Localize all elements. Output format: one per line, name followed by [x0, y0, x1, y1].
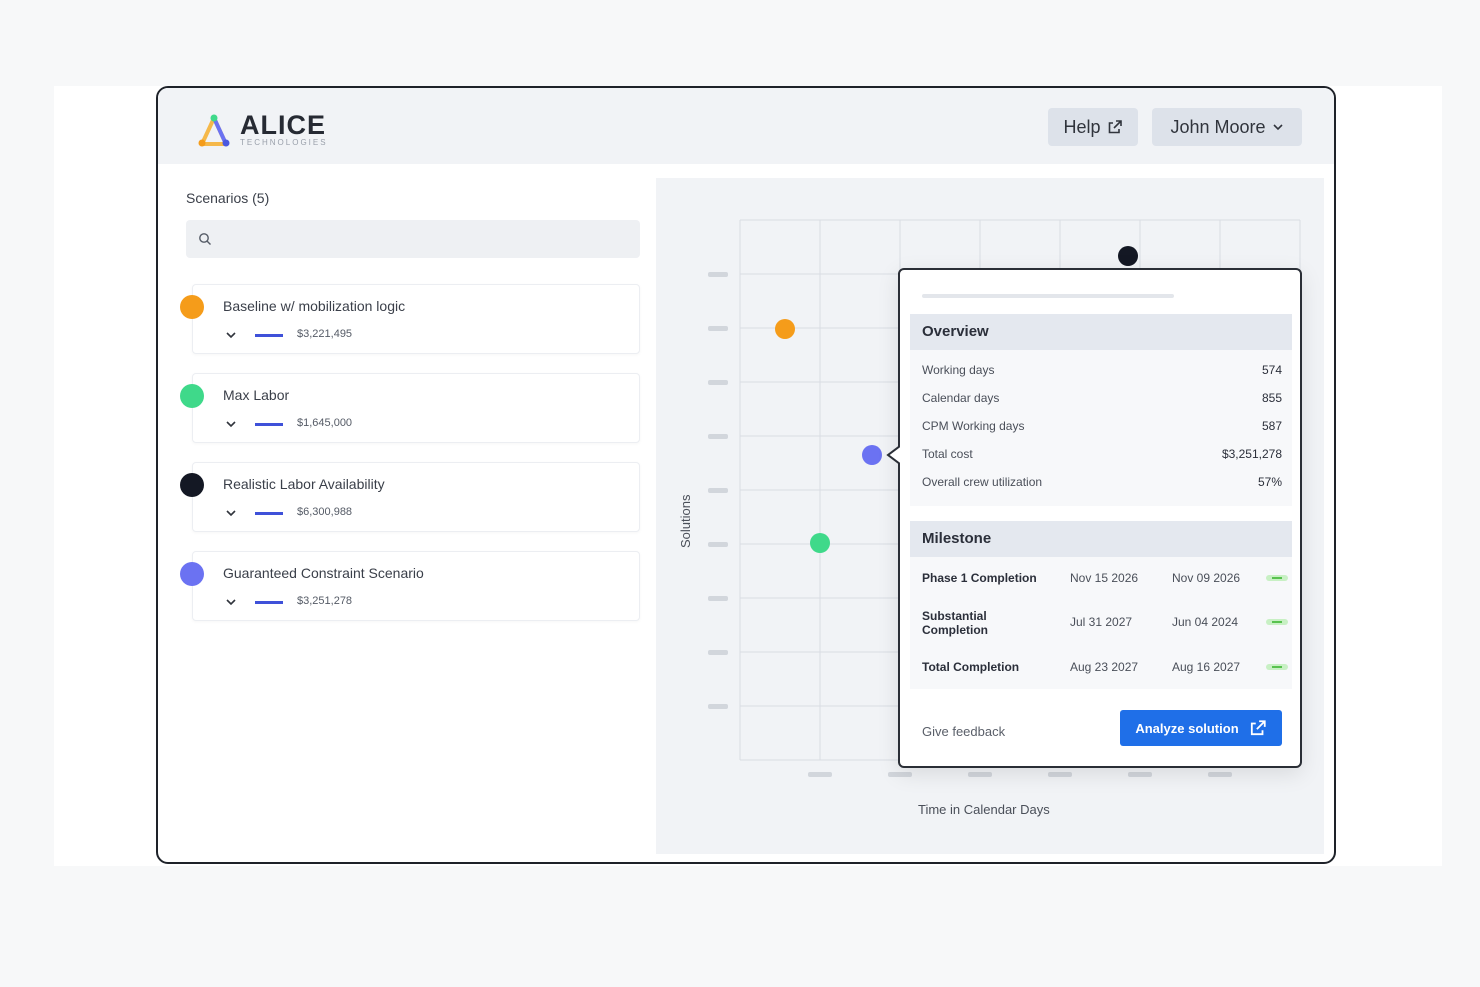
solution-tooltip: Overview Working days 574 Calendar days … — [886, 268, 1302, 768]
tooltip-title-placeholder — [922, 294, 1174, 298]
milestone-name: Total Completion — [922, 660, 1020, 674]
analyze-solution-button[interactable]: Analyze solution — [1120, 710, 1282, 746]
milestone-date-planned: Jul 31 2027 — [1070, 615, 1133, 629]
milestone-date-planned: Nov 15 2026 — [1070, 571, 1139, 585]
milestone-status-flag — [1266, 575, 1288, 581]
overview-label: Calendar days — [922, 391, 1000, 405]
overview-value: 587 — [1261, 419, 1282, 433]
milestone-name: Phase 1 Completion — [922, 571, 1037, 585]
milestone-table: Phase 1 Completion Nov 15 2026 Nov 09 20… — [910, 557, 1292, 689]
overview-value: 574 — [1261, 363, 1282, 377]
overview-header: Overview — [910, 314, 1292, 350]
overview-label: Overall crew utilization — [922, 475, 1043, 489]
milestone-header: Milestone — [910, 521, 1292, 557]
point-max-labor[interactable] — [810, 533, 830, 553]
y-tick-placeholders — [708, 272, 728, 709]
milestone-date-actual: Nov 09 2026 — [1172, 571, 1241, 585]
milestone-status-flag — [1266, 664, 1288, 670]
overview-value: 57% — [1257, 475, 1282, 489]
overview-value: 855 — [1261, 391, 1282, 405]
point-realistic-labor[interactable] — [1118, 246, 1138, 266]
milestone-date-planned: Aug 23 2027 — [1070, 660, 1139, 674]
milestone-name: Substantial Completion — [922, 609, 988, 637]
analyze-label: Analyze solution — [1135, 720, 1239, 736]
overview-value: $3,251,278 — [1221, 447, 1282, 461]
x-axis-label: Time in Calendar Days — [918, 802, 1050, 817]
overview-row: CPM Working days 587 — [922, 419, 1282, 433]
x-tick-placeholders — [808, 772, 1232, 777]
milestone-date-actual: Aug 16 2027 — [1172, 660, 1241, 674]
milestone-status-flag — [1266, 619, 1288, 625]
overview-label: Working days — [922, 363, 995, 377]
overview-label: Total cost — [922, 447, 973, 461]
tooltip-pointer — [886, 446, 900, 464]
y-axis-label: Solutions — [678, 494, 693, 548]
overview-table: Working days 574 Calendar days 855 CPM W… — [910, 350, 1292, 506]
milestone-date-actual: Jun 04 2024 — [1172, 615, 1239, 629]
overview-label: CPM Working days — [922, 419, 1025, 433]
overview-row: Overall crew utilization 57% — [922, 475, 1282, 489]
overview-row: Total cost $3,251,278 — [922, 447, 1282, 461]
point-guaranteed-constraint[interactable] — [862, 445, 882, 465]
point-baseline[interactable] — [775, 319, 795, 339]
overview-row: Working days 574 — [922, 363, 1282, 377]
external-link-icon — [1250, 720, 1266, 736]
give-feedback-link[interactable]: Give feedback — [922, 724, 1005, 739]
app-window: ALICE TECHNOLOGIES Help John Moore Scena… — [156, 86, 1336, 864]
overview-row: Calendar days 855 — [922, 391, 1282, 405]
